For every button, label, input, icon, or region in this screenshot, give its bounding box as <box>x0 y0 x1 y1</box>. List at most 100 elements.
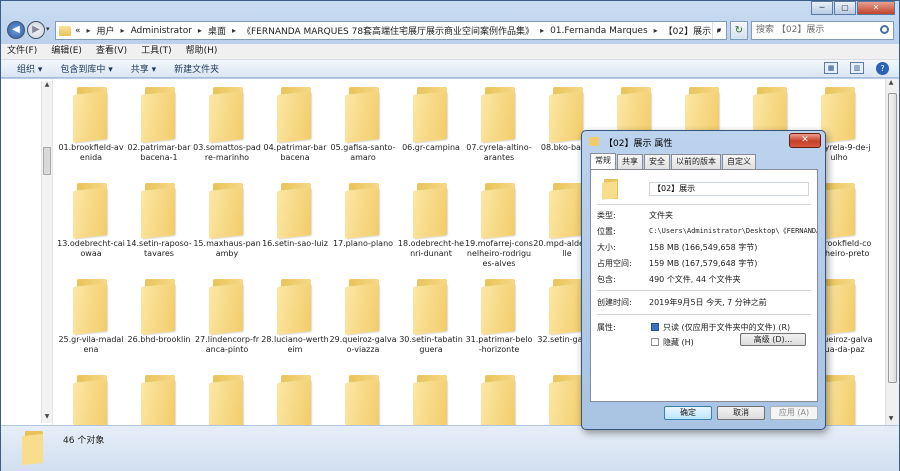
folder-item[interactable]: 14.setin-raposo-tavares <box>125 177 193 273</box>
tab-previous-versions[interactable]: 以前的版本 <box>671 154 721 169</box>
minimize-button[interactable]: ─ <box>811 1 833 15</box>
chevron-right-icon[interactable]: ▸ <box>198 26 202 35</box>
menu-file[interactable]: 文件(F) <box>7 44 37 59</box>
command-bar: 组织 ▾ 包含到库中 ▾ 共享 ▾ 新建文件夹 ▦ ▥ ? <box>1 60 899 78</box>
close-button[interactable]: ✕ <box>857 1 895 15</box>
crumb-fernanda[interactable]: 01.Fernanda Marques <box>550 26 648 36</box>
address-bar[interactable]: « ▸ 用户 ▸ Administrator ▸ 桌面 ▸ 《FERNANDA … <box>55 21 727 40</box>
scroll-down-icon[interactable]: ▼ <box>886 415 896 425</box>
chevron-right-icon[interactable]: ▸ <box>540 26 544 35</box>
menu-view[interactable]: 查看(V) <box>96 44 127 59</box>
recent-pages-icon[interactable]: ▾ <box>46 25 50 33</box>
forward-button[interactable]: ▶ <box>27 21 45 39</box>
navigation-scrollbar[interactable]: ▲ ▼ <box>41 81 52 423</box>
folder-item[interactable]: 13.odebrecht-caiowaa <box>57 177 125 273</box>
dialog-close-button[interactable]: ✕ <box>789 133 821 148</box>
chevron-right-icon[interactable]: ▸ <box>121 26 125 35</box>
folder-item[interactable]: 02.patrimar-barbacena-1 <box>125 81 193 177</box>
folder-item[interactable]: 04.patrimar-barbacena <box>261 81 329 177</box>
search-input[interactable]: 搜索 【02】展示 <box>751 21 894 40</box>
include-in-library-button[interactable]: 包含到库中 ▾ <box>60 62 112 75</box>
folder-item[interactable] <box>397 369 465 425</box>
folder-item[interactable]: 30.setin-tabatinguera <box>397 273 465 369</box>
chevron-right-icon[interactable]: ▸ <box>654 26 658 35</box>
tab-customize[interactable]: 自定义 <box>722 154 756 169</box>
scroll-up-icon[interactable]: ▲ <box>42 81 52 91</box>
folder-item[interactable]: 25.gr-vila-madalena <box>57 273 125 369</box>
folder-item[interactable]: 27.lindencorp-franca-pinto <box>193 273 261 369</box>
view-options-icon[interactable]: ▦ <box>824 62 838 74</box>
refresh-button[interactable]: ↻ <box>730 21 748 40</box>
help-icon[interactable]: ? <box>876 62 889 75</box>
address-dropdown-icon[interactable]: ▾ <box>712 22 726 39</box>
folder-label: 19.mofarrej-consnelheiro-rodrigues-alves <box>465 239 533 268</box>
folder-item[interactable]: 28.luciano-wertheim <box>261 273 329 369</box>
folder-item[interactable]: 06.gr-campina <box>397 81 465 177</box>
new-folder-button[interactable]: 新建文件夹 <box>174 62 219 75</box>
folder-icon <box>139 181 179 239</box>
crumb-users[interactable]: 用户 <box>97 24 115 37</box>
size-label: 大小: <box>597 243 616 252</box>
folder-item[interactable] <box>193 369 261 425</box>
folder-icon <box>21 430 45 466</box>
folder-item[interactable] <box>261 369 329 425</box>
folder-item[interactable]: 01.brookfield-avenida <box>57 81 125 177</box>
scroll-down-icon[interactable]: ▼ <box>42 413 52 423</box>
content-scrollbar[interactable]: ▲ ▼ <box>885 79 899 425</box>
advanced-button[interactable]: 高级 (D)... <box>740 333 806 346</box>
folder-item[interactable]: 05.gafisa-santo-amaro <box>329 81 397 177</box>
tab-general[interactable]: 常规 <box>590 153 616 169</box>
folder-item[interactable] <box>329 369 397 425</box>
folder-label: 27.lindencorp-franca-pinto <box>195 335 259 354</box>
folder-item[interactable] <box>125 369 193 425</box>
folder-item[interactable]: 19.mofarrej-consnelheiro-rodrigues-alves <box>465 177 533 273</box>
folder-item[interactable]: 15.maxhaus-panamby <box>193 177 261 273</box>
ok-button[interactable]: 确定 <box>664 406 712 420</box>
menu-edit[interactable]: 编辑(E) <box>51 44 82 59</box>
cancel-button[interactable]: 取消 <box>717 406 765 420</box>
navigation-scroll-thumb[interactable] <box>43 147 51 175</box>
organize-button[interactable]: 组织 ▾ <box>17 62 42 75</box>
tab-sharing[interactable]: 共享 <box>617 154 643 169</box>
folder-item[interactable]: 31.patrimar-belo-horizonte <box>465 273 533 369</box>
folder-item[interactable]: 29.queiroz-galvao-viazza <box>329 273 397 369</box>
crumb-desktop[interactable]: 桌面 <box>208 24 226 37</box>
folder-item[interactable]: 16.setin-sao-luiz <box>261 177 329 273</box>
folder-icon <box>275 277 315 335</box>
search-icon[interactable] <box>880 25 889 34</box>
crumb-overflow[interactable]: « <box>75 26 81 36</box>
crumb-current[interactable]: 【02】展示 <box>664 24 711 37</box>
divider <box>597 290 811 291</box>
chevron-right-icon[interactable]: ▸ <box>232 26 236 35</box>
scroll-up-icon[interactable]: ▲ <box>886 79 896 89</box>
dialog-body: 【02】展示 类型: 文件夹 位置: C:\Users\Administrato… <box>590 169 818 402</box>
folder-item[interactable] <box>57 369 125 425</box>
menu-help[interactable]: 帮助(H) <box>186 44 218 59</box>
folder-item[interactable]: 18.odebrecht-henri-dunant <box>397 177 465 273</box>
preview-pane-icon[interactable]: ▥ <box>850 62 864 74</box>
folder-item[interactable]: 26.bhd-brooklin <box>125 273 193 369</box>
content-scroll-thumb[interactable] <box>888 93 897 383</box>
folder-item[interactable]: 03.somattos-padre-marinho <box>193 81 261 177</box>
crumb-administrator[interactable]: Administrator <box>131 26 192 36</box>
crumb-collection[interactable]: 《FERNANDA MARQUES 78套高端住宅展厅展示商业空间案例作品集》 <box>242 24 534 37</box>
status-bar: 46 个对象 <box>1 425 899 471</box>
maximize-button[interactable]: ▢ <box>834 1 856 15</box>
disk-size-label: 占用空间: <box>597 259 632 268</box>
readonly-checkbox[interactable] <box>651 323 659 331</box>
attributes-label: 属性: <box>597 323 616 332</box>
type-label: 类型: <box>597 211 616 220</box>
folder-name-field[interactable]: 【02】展示 <box>649 182 809 196</box>
navigation-pane: ▲ ▼ <box>1 79 53 425</box>
folder-icon <box>589 137 599 146</box>
folder-item[interactable]: 17.plano-plano <box>329 177 397 273</box>
menu-tools[interactable]: 工具(T) <box>141 44 172 59</box>
folder-item[interactable] <box>465 369 533 425</box>
tab-security[interactable]: 安全 <box>644 154 670 169</box>
apply-button[interactable]: 应用 (A) <box>770 406 818 420</box>
chevron-right-icon[interactable]: ▸ <box>87 26 91 35</box>
folder-item[interactable]: 07.cyrela-altino-arantes <box>465 81 533 177</box>
share-button[interactable]: 共享 ▾ <box>131 62 156 75</box>
hidden-checkbox[interactable] <box>651 338 659 346</box>
back-button[interactable]: ◀ <box>7 21 25 39</box>
